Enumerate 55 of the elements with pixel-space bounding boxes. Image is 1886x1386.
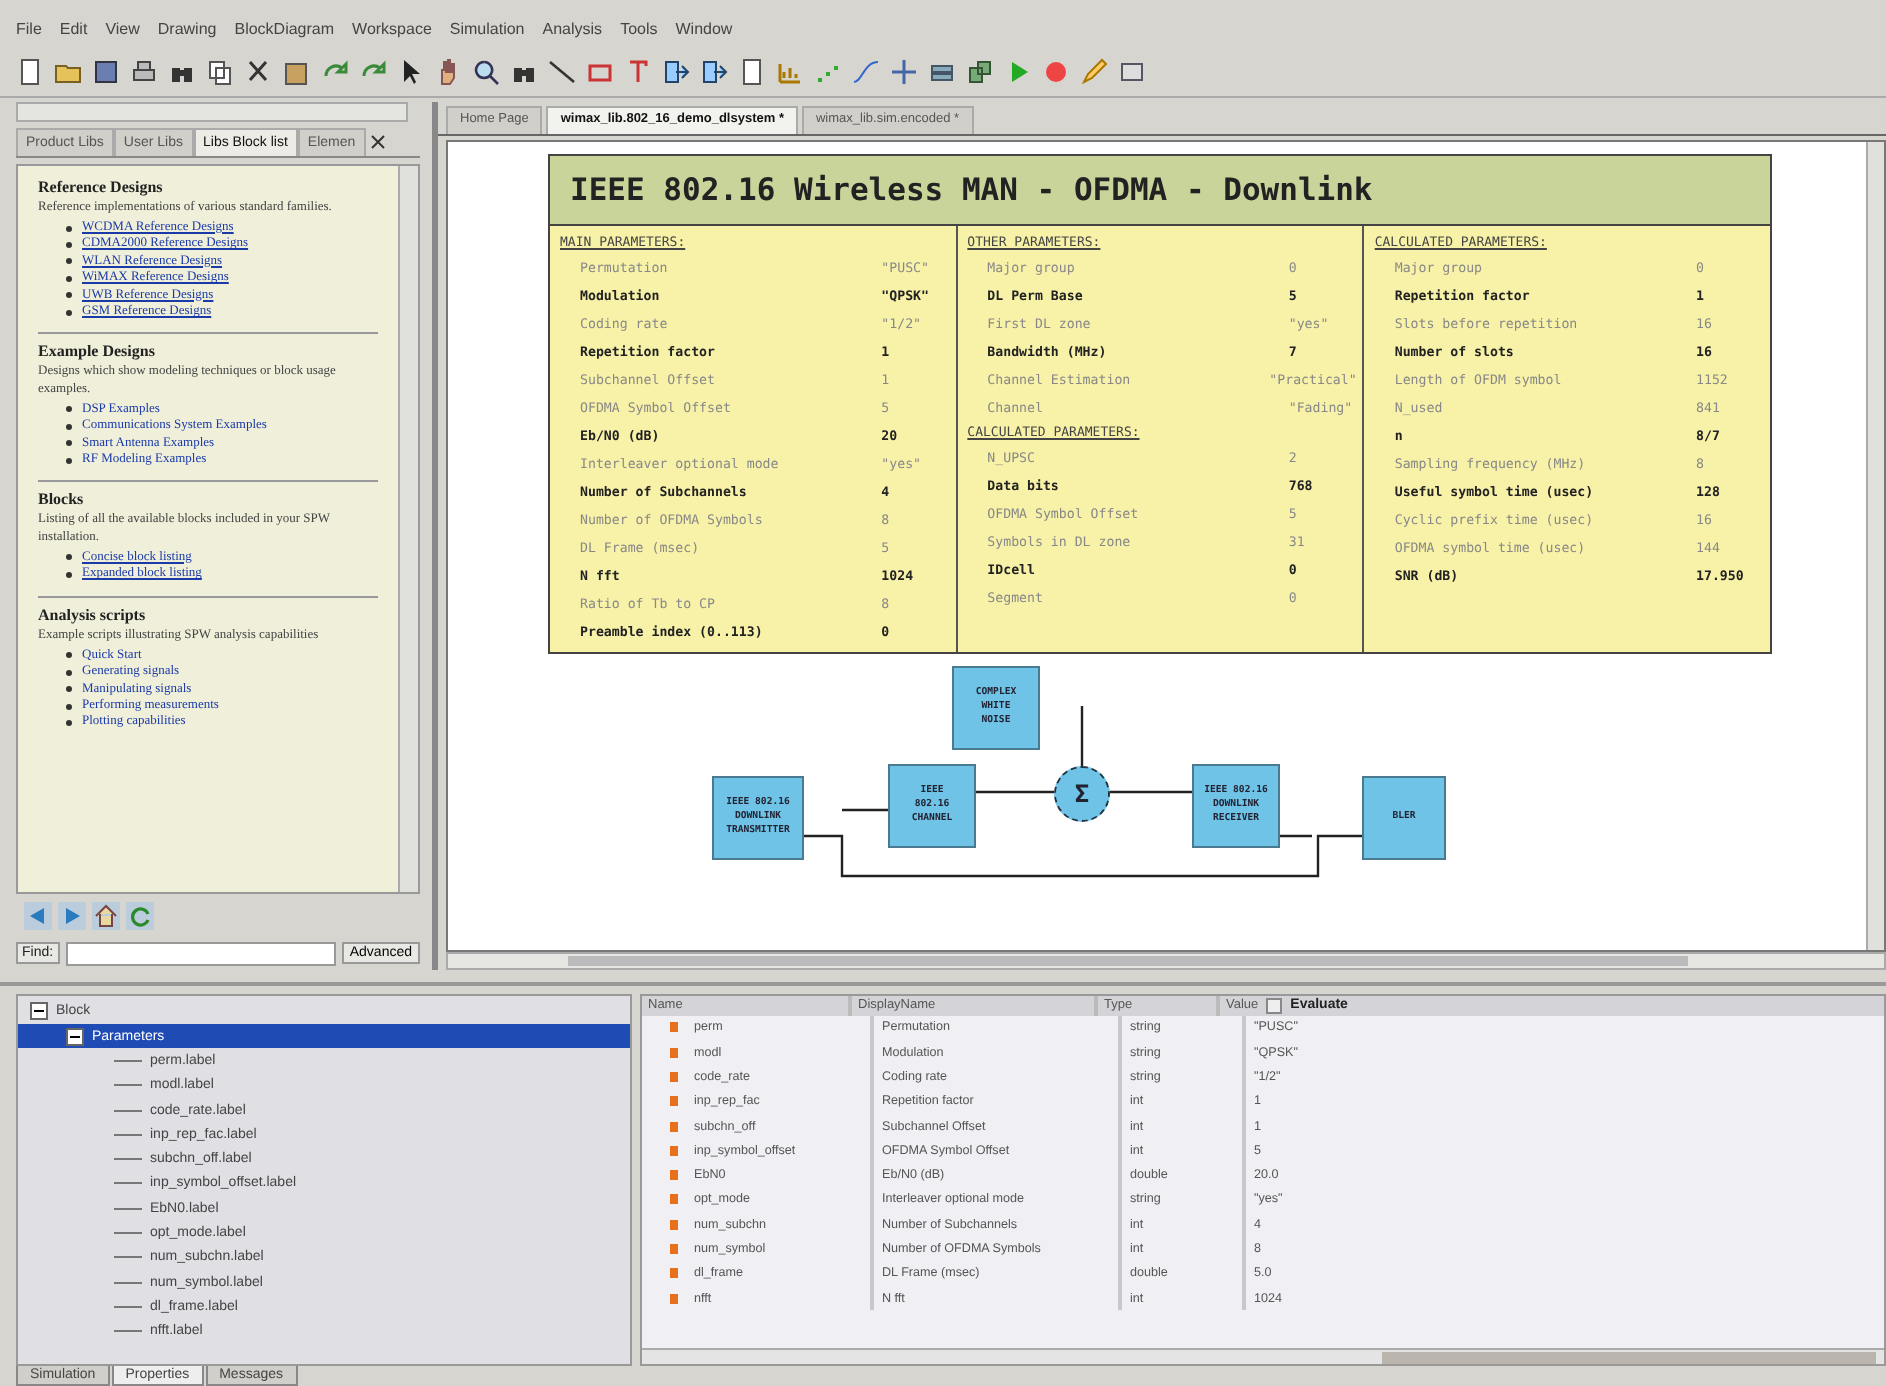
back-icon[interactable] (24, 901, 52, 930)
collapse-icon[interactable] (30, 1002, 48, 1021)
menu-item[interactable]: Simulation (449, 20, 525, 39)
menu-item[interactable]: Analysis (542, 20, 603, 39)
parameter-icon (670, 1145, 678, 1156)
zoom-icon[interactable] (472, 57, 500, 86)
scrollbar[interactable] (642, 1347, 1884, 1364)
close-icon[interactable] (369, 133, 386, 150)
refresh-icon[interactable] (126, 901, 154, 930)
parameter-icon (670, 1244, 678, 1255)
panel-title: IEEE 802.16 Wireless MAN - OFDMA - Downlink (550, 155, 1770, 226)
pencil-icon[interactable] (1080, 57, 1108, 86)
parameter-icon (670, 1219, 678, 1230)
parameter-icon (670, 1293, 678, 1304)
move-icon[interactable] (890, 57, 918, 86)
text-icon[interactable] (624, 57, 652, 86)
section-heading: Blocks (38, 490, 86, 509)
parameter-icon (670, 1096, 678, 1107)
menu-item[interactable]: View (105, 20, 140, 39)
document-icon[interactable] (16, 57, 44, 86)
forward-icon[interactable] (58, 901, 86, 930)
section-heading: Example Designs (38, 342, 157, 361)
export-icon[interactable] (700, 57, 728, 86)
menu-item[interactable]: Tools (620, 20, 658, 39)
home-icon[interactable] (92, 901, 120, 930)
section-heading: Reference Designs (38, 177, 165, 196)
line-icon[interactable] (548, 57, 576, 86)
menu-item[interactable]: Workspace (352, 20, 432, 39)
parameter-icon (670, 1194, 678, 1205)
scrollbar[interactable] (1866, 141, 1884, 950)
parameter-icon (670, 1268, 678, 1279)
menu-item[interactable]: File (16, 20, 42, 39)
stop-icon[interactable] (1042, 57, 1070, 86)
parameter-icon (670, 1170, 678, 1181)
parameter-icon (670, 1047, 678, 1058)
print-icon[interactable] (130, 57, 158, 86)
evaluate-checkbox[interactable] (1266, 997, 1283, 1014)
parameter-icon (670, 1022, 678, 1033)
parameter-icon (670, 1121, 678, 1132)
find-field[interactable] (65, 941, 336, 966)
cut-icon[interactable] (244, 57, 272, 86)
menu-item[interactable]: BlockDiagram (234, 20, 335, 39)
curve-icon[interactable] (852, 57, 880, 86)
copy-icon[interactable] (206, 57, 234, 86)
import-icon[interactable] (662, 57, 690, 86)
menu-item[interactable]: Window (675, 20, 733, 39)
parameter-icon (670, 1071, 678, 1082)
page-icon[interactable] (738, 57, 766, 86)
menu-item[interactable]: Edit (59, 20, 88, 39)
scrollbar[interactable] (398, 165, 418, 892)
summing-node[interactable]: Σ (1054, 765, 1110, 822)
collapse-icon[interactable] (66, 1027, 84, 1046)
menu-item[interactable]: Drawing (157, 20, 217, 39)
scrollbar[interactable] (16, 101, 408, 122)
section-heading: Analysis scripts (38, 605, 148, 624)
